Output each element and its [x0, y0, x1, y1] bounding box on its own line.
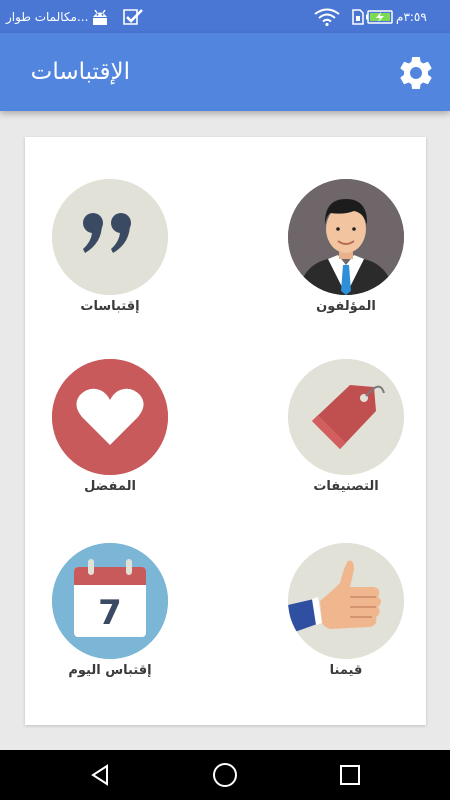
menu-label-authors: المؤلفون	[316, 299, 376, 314]
app-bar: الإقتباسات	[0, 33, 450, 111]
menu-label-categories: التصنيفات	[313, 479, 379, 494]
home-circle-icon	[213, 763, 237, 787]
menu-card: المؤلفون إقتباسات التصنيفات المفضل قيمنا…	[25, 137, 426, 725]
menu-label-quote-of-the-day: إقتباس اليوم	[68, 663, 152, 678]
menu-label-favorites: المفضل	[84, 479, 136, 494]
recents-square-icon	[340, 765, 360, 785]
sim-icon	[352, 0, 364, 33]
thumbs-up-icon	[288, 543, 404, 659]
battery-charging-icon	[366, 0, 394, 33]
calendar-day-number: 7	[98, 593, 122, 633]
quote-marks-icon	[52, 179, 168, 295]
wifi-icon	[314, 0, 340, 33]
menu-item-quote-of-the-day[interactable]: 7 إقتباس اليوم	[45, 543, 175, 693]
status-time: ٣:٥٩م	[396, 9, 427, 24]
back-triangle-icon	[91, 764, 108, 786]
back-button[interactable]	[75, 750, 125, 800]
author-avatar-icon	[288, 179, 404, 295]
settings-button[interactable]	[396, 53, 436, 93]
menu-label-rate-us: قيمنا	[329, 663, 363, 678]
menu-item-favorites[interactable]: المفضل	[45, 359, 175, 509]
menu-label-quotes: إقتباسات	[80, 299, 140, 314]
menu-item-authors[interactable]: المؤلفون	[281, 179, 411, 329]
page-title: الإقتباسات	[30, 59, 130, 85]
menu-item-quotes[interactable]: إقتباسات	[45, 179, 175, 329]
menu-item-categories[interactable]: التصنيفات	[281, 359, 411, 509]
menu-item-rate-us[interactable]: قيمنا	[281, 543, 411, 693]
heart-icon	[52, 359, 168, 475]
calendar-icon: 7	[52, 543, 168, 659]
android-debug-icon	[90, 0, 110, 33]
tag-icon	[288, 359, 404, 475]
check-icon	[122, 0, 144, 33]
system-nav-bar	[0, 750, 450, 800]
recents-button[interactable]	[325, 750, 375, 800]
status-bar: ٣:٥٩م مكالمات طوار...	[0, 0, 450, 33]
gear-icon	[400, 56, 432, 89]
status-notification: مكالمات طوار...	[6, 9, 89, 24]
home-button[interactable]	[200, 750, 250, 800]
